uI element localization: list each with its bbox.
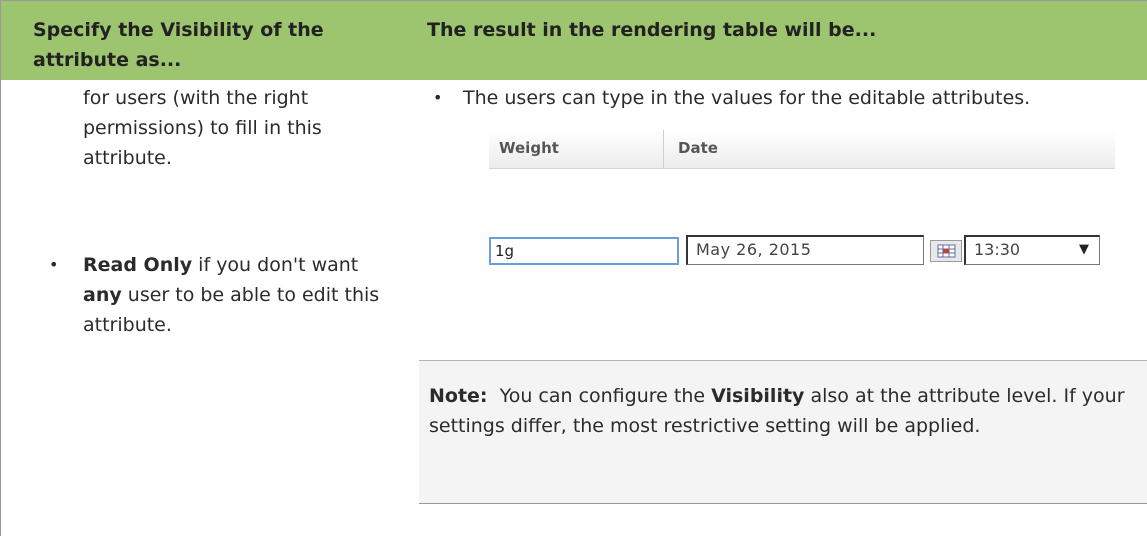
bullet-icon: • <box>433 88 443 107</box>
rendering-table-sample: Weight Date 1g May 26, 2015 13:30 ▼ <box>489 130 1139 310</box>
time-select[interactable]: 13:30 ▼ <box>964 235 1100 265</box>
column-header-weight: Weight <box>499 139 559 157</box>
calendar-icon[interactable] <box>930 240 962 262</box>
editable-bullet: The users can type in the values for the… <box>463 87 1031 109</box>
read-only-bullet: Read Only if you don't want any user to … <box>83 250 388 340</box>
any-emphasis: any <box>83 284 122 306</box>
documentation-table: Specify the Visibility of the attribute … <box>0 0 1147 536</box>
note-text-1: You can configure the <box>487 385 712 407</box>
date-input[interactable]: May 26, 2015 <box>686 235 924 265</box>
sample-header-row: Weight Date <box>489 130 1115 169</box>
read-only-text-2: user to be able to edit this attribute. <box>83 284 380 336</box>
time-value: 13:30 <box>974 240 1021 259</box>
note-text: Note: You can configure the Visibility a… <box>429 381 1141 441</box>
left-column-cell: for users (with the right permissions) t… <box>1 80 419 537</box>
note-label: Note: <box>429 385 488 407</box>
bullet-icon: • <box>49 255 59 274</box>
header-result: The result in the rendering table will b… <box>427 19 877 41</box>
table-header-row: Specify the Visibility of the attribute … <box>1 1 1147 80</box>
weight-input[interactable]: 1g <box>489 237 679 265</box>
column-divider <box>663 130 664 168</box>
dropdown-arrow-icon[interactable]: ▼ <box>1079 237 1089 263</box>
header-visibility: Specify the Visibility of the attribute … <box>33 19 324 71</box>
note-box: Note: You can configure the Visibility a… <box>419 360 1147 504</box>
continued-text: for users (with the right permissions) t… <box>83 87 322 169</box>
visibility-emphasis: Visibility <box>711 385 805 407</box>
column-header-date: Date <box>678 139 718 157</box>
calendar-icon-graphic <box>937 244 956 258</box>
read-only-text-1: if you don't want <box>192 254 359 276</box>
read-only-label: Read Only <box>83 254 193 276</box>
right-column-cell: • The users can type in the values for t… <box>419 80 1147 537</box>
